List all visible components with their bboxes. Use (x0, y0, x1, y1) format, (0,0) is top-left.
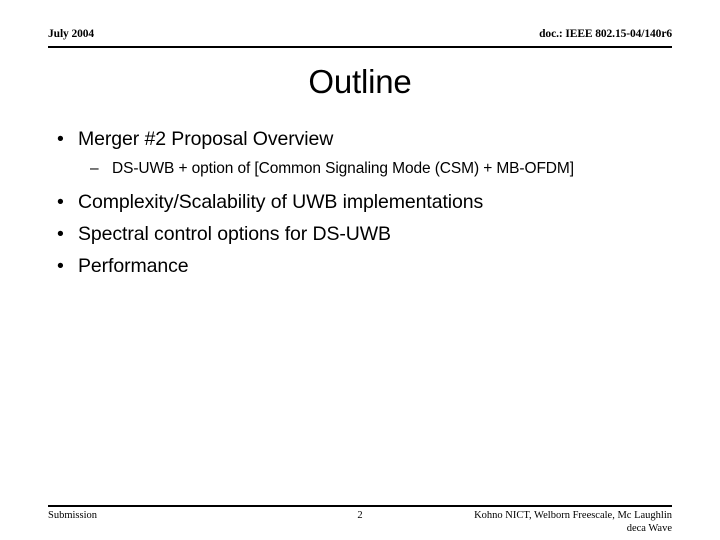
footer-authors-line1: Kohno NICT, Welborn Freescale, Mc Laughl… (474, 510, 672, 521)
list-item-label: Spectral control options for DS-UWB (78, 223, 391, 245)
bullet-dot-icon: • (57, 255, 64, 277)
footer-submission-label: Submission (48, 510, 98, 521)
bullet-dot-icon: • (57, 223, 64, 245)
list-item-sub: – DS-UWB + option of [Common Signaling M… (48, 158, 678, 179)
header-row: July 2004 doc.: IEEE 802.15-04/140r6 (48, 28, 672, 41)
list-item: • Complexity/Scalability of UWB implemen… (48, 189, 678, 215)
list-item-label: Performance (78, 255, 189, 277)
header-document-id: doc.: IEEE 802.15-04/140r6 (539, 28, 672, 40)
outline-list: • Merger #2 Proposal Overview – DS-UWB +… (48, 126, 678, 285)
footer-authors: Kohno NICT, Welborn Freescale, Mc Laughl… (474, 509, 672, 535)
slide-header: July 2004 doc.: IEEE 802.15-04/140r6 (48, 28, 672, 48)
header-date: July 2004 (48, 28, 95, 40)
bullet-dot-icon: • (57, 191, 64, 213)
list-item: • Performance (48, 253, 678, 279)
page-title: Outline (308, 63, 412, 100)
list-item: • Spectral control options for DS-UWB (48, 221, 678, 247)
list-item: • Merger #2 Proposal Overview (48, 126, 678, 152)
bullet-dot-icon: • (57, 128, 64, 150)
footer-authors-line2: deca Wave (626, 523, 672, 534)
header-divider (48, 46, 672, 48)
list-item-sub-label: DS-UWB + option of [Common Signaling Mod… (112, 160, 574, 177)
slide: July 2004 doc.: IEEE 802.15-04/140r6 Out… (0, 0, 720, 540)
bullet-dash-icon: – (90, 160, 99, 177)
footer-divider (48, 505, 672, 507)
list-item-label: Merger #2 Proposal Overview (78, 128, 334, 150)
slide-footer: Submission 2 Kohno NICT, Welborn Freesca… (48, 509, 672, 535)
list-item-label: Complexity/Scalability of UWB implementa… (78, 191, 484, 213)
